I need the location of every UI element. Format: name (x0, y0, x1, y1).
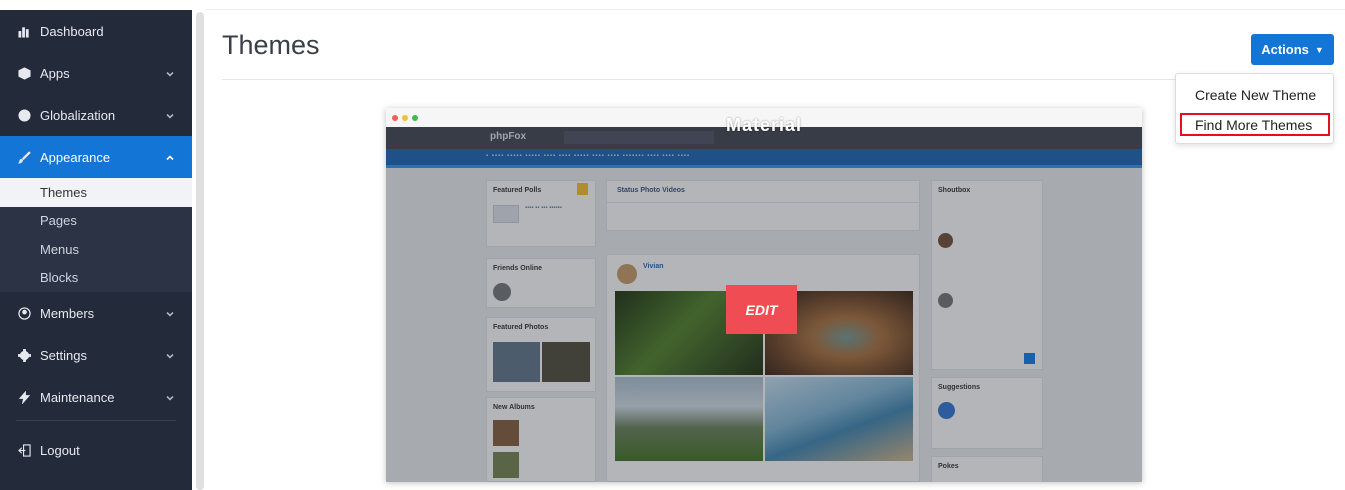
sidebar-item-label: Maintenance (40, 389, 115, 405)
edit-theme-button[interactable]: EDIT (726, 285, 797, 334)
sidebar-scrollbar[interactable] (196, 12, 204, 490)
sidebar-item-settings[interactable]: Settings (0, 334, 192, 376)
sidebar-item-dashboard[interactable]: Dashboard (0, 10, 192, 52)
chevron-down-icon (165, 307, 175, 317)
logout-icon (15, 443, 33, 457)
theme-card[interactable]: phpFox ▪ ▪▪▪▪ ▪▪▪▪▪ ▪▪▪▪▪ ▪▪▪▪ ▪▪▪▪ ▪▪▪▪… (386, 108, 1142, 482)
sidebar-item-maintenance[interactable]: Maintenance (0, 376, 192, 418)
menu-item-find-more-themes[interactable]: Find More Themes (1195, 117, 1312, 133)
brush-icon (15, 150, 33, 164)
sidebar-item-label: Settings (40, 347, 87, 363)
bolt-icon (15, 390, 33, 404)
bar-chart-icon (15, 25, 33, 38)
sidebar-divider (16, 420, 176, 421)
actions-button-label: Actions (1261, 42, 1309, 57)
actions-dropdown-menu: Create New Theme Find More Themes (1175, 73, 1334, 144)
chevron-down-icon (165, 391, 175, 401)
sidebar-item-appearance[interactable]: Appearance (0, 136, 192, 178)
sidebar-item-label: Members (40, 305, 95, 321)
sidebar-subitem-blocks[interactable]: Blocks (0, 264, 192, 293)
sidebar: Dashboard Apps Globalization Appearance … (0, 10, 192, 490)
chevron-down-icon (165, 349, 175, 359)
caret-down-icon: ▼ (1314, 44, 1324, 55)
sidebar-item-label: Globalization (40, 107, 116, 123)
globe-icon (15, 108, 33, 122)
menu-item-create-new-theme[interactable]: Create New Theme (1195, 87, 1316, 103)
page-title: Themes (222, 30, 320, 60)
sidebar-item-members[interactable]: Members (0, 292, 192, 334)
sidebar-subitem-pages[interactable]: Pages (0, 207, 192, 236)
sidebar-item-logout[interactable]: Logout (0, 429, 192, 471)
sidebar-item-label: Logout (40, 442, 80, 458)
chevron-up-icon (165, 151, 175, 161)
sidebar-item-globalization[interactable]: Globalization (0, 94, 192, 136)
sidebar-subitem-themes[interactable]: Themes (0, 178, 192, 207)
theme-name: Material (725, 115, 803, 135)
sidebar-item-label: Appearance (40, 149, 111, 165)
sidebar-item-label: Dashboard (40, 23, 104, 39)
actions-button[interactable]: Actions ▼ (1251, 34, 1334, 65)
sidebar-item-apps[interactable]: Apps (0, 52, 192, 94)
chevron-down-icon (165, 67, 175, 77)
gear-icon (15, 348, 33, 362)
sidebar-subitem-menus[interactable]: Menus (0, 235, 192, 264)
appearance-submenu: Themes Pages Menus Blocks (0, 178, 192, 292)
top-divider (205, 9, 1345, 10)
cube-icon (15, 66, 33, 80)
sidebar-item-label: Apps (40, 65, 70, 81)
user-circle-icon (15, 306, 33, 320)
chevron-down-icon (165, 109, 175, 119)
title-divider (222, 79, 1334, 80)
